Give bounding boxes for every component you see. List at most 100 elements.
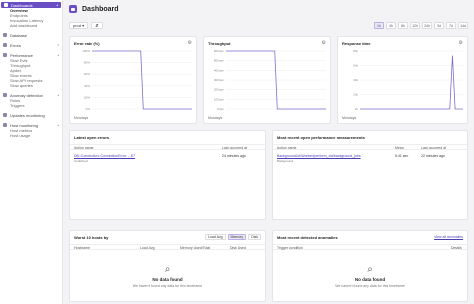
column-header: Action name — [74, 146, 94, 150]
anomalies-title: Most recent detected anomalies — [277, 235, 338, 240]
y-tick-label: 0rpm — [217, 107, 224, 111]
empty-title: No data found — [354, 277, 386, 282]
range-button-3d[interactable]: 3d — [434, 22, 444, 29]
error-namespace: Undefined — [74, 159, 88, 163]
empty-title: No data found — [152, 277, 183, 282]
throughput-card: Throughput ⚙ 600rpm 500rpm 400rpm 300rpm 200… — [203, 36, 331, 124]
column-header: Disk Used — [230, 246, 246, 250]
y-tick-label: 600rpm — [214, 49, 225, 53]
table-header: Trigger condition Details — [273, 244, 467, 250]
table-row[interactable]: DB::Connection::ConnectionError: ...E7 U… — [70, 153, 265, 163]
dashboard-controls: prod ▾ ⇵ — [69, 22, 103, 29]
range-button-8h[interactable]: 8h — [398, 22, 408, 29]
table-header: Action name Mean Last occurred at — [273, 144, 467, 150]
column-header: Trigger condition — [277, 246, 303, 250]
chevron-up-icon: ▴ — [57, 53, 59, 57]
y-tick-label: 40% — [84, 84, 90, 88]
range-button-12h[interactable]: 12h — [410, 22, 420, 29]
compare-button[interactable]: ⇵ — [91, 22, 103, 29]
y-tick-label: 20% — [84, 95, 90, 99]
y-tick-label: 500rpm — [214, 59, 225, 63]
empty-state: ⌕ No data found We haven't found any dat… — [70, 264, 265, 288]
server-icon — [3, 123, 7, 127]
table-row[interactable]: BackgroundJobWorker#perform_via/backgrou… — [273, 153, 467, 163]
performance-card: Most recent open performance measurement… — [272, 130, 468, 220]
column-header: Mean — [395, 146, 404, 150]
performance-mean: 5.41 sec — [395, 154, 409, 158]
column-header: Last occurred at — [421, 146, 447, 150]
performance-namespace: Background — [277, 159, 294, 163]
worst-hosts-card: Worst 10 hosts by Load Avg Memory Disk H… — [69, 230, 266, 302]
empty-state: ⌕ No data found We haven't found any dat… — [273, 264, 467, 288]
chevron-down-icon: ▾ — [82, 23, 85, 28]
chevron-up-icon: ▴ — [57, 93, 59, 97]
response-time-footer[interactable]: Mondays — [342, 116, 356, 120]
y-tick-label: 400rpm — [214, 68, 225, 72]
gauge-icon — [3, 53, 7, 57]
latest-errors-card: Latest open errors Action name Last occu… — [69, 130, 266, 220]
database-icon — [3, 33, 7, 37]
empty-text: We haven't found any data for this timef… — [132, 284, 203, 288]
sidebar-sub-host-usage[interactable]: Host usage — [0, 133, 62, 138]
y-tick-label: 200rpm — [214, 88, 225, 92]
error-link[interactable]: DB::Connection::ConnectionError: ...E7 — [74, 154, 135, 158]
environment-select[interactable]: prod ▾ — [69, 22, 89, 29]
bug-icon — [3, 43, 7, 47]
error-rate-chart: 100% 80% 60% 40% 20% 0% — [82, 49, 192, 111]
y-tick-label: 0s — [355, 107, 359, 111]
main-content: Dashboard prod ▾ ⇵ 1h 4h 8h 12h 24h 3d 7… — [64, 0, 474, 304]
top-bar: Dashboard — [64, 0, 474, 18]
magnifier-icon: ⌕ — [367, 264, 373, 275]
y-tick-label: 60s — [353, 64, 358, 68]
column-header: Action name — [277, 146, 297, 150]
error-time: 24 minutes ago — [222, 154, 246, 158]
column-header: Load Avg — [140, 246, 155, 250]
range-button-4h[interactable]: 4h — [386, 22, 396, 29]
throughput-footer[interactable]: Mondays — [208, 116, 222, 120]
table-header: Action name Last occurred at — [70, 144, 265, 150]
performance-time: 22 minutes ago — [421, 154, 445, 158]
alert-icon — [3, 93, 7, 97]
error-rate-card: Error rate (%) ⚙ 100% 80% 60% 40% 20% 0% Mond… — [69, 36, 197, 124]
range-button-7d[interactable]: 7d — [446, 22, 456, 29]
error-rate-footer[interactable]: Mondays — [74, 116, 88, 120]
magnifier-icon: ⌕ — [164, 264, 171, 275]
y-tick-label: 40s — [353, 78, 358, 82]
column-header: Memory Used/Total — [180, 246, 211, 250]
worst-hosts-title: Worst 10 hosts by — [74, 235, 109, 240]
refresh-icon — [3, 113, 7, 117]
y-tick-label: 80s — [353, 49, 358, 53]
tab-memory[interactable]: Memory — [227, 234, 247, 240]
y-tick-label: 60% — [84, 72, 90, 76]
column-header: Last occurred at — [222, 146, 248, 150]
tab-load-avg[interactable]: Load Avg — [205, 234, 226, 240]
y-tick-label: 80% — [84, 61, 90, 65]
range-button-14d[interactable]: 14d — [458, 22, 468, 29]
series-line — [360, 55, 463, 110]
range-button-1h[interactable]: 1h — [374, 22, 384, 29]
column-header: Details — [451, 246, 462, 250]
y-tick-label: 20s — [353, 93, 358, 97]
time-range-selector: 1h 4h 8h 12h 24h 3d 7d 14d — [374, 22, 468, 29]
y-tick-label: 0% — [86, 107, 91, 111]
chevron-up-icon: ▴ — [57, 123, 59, 127]
empty-text: We haven't found any data for this timef… — [335, 284, 405, 288]
latest-errors-title: Latest open errors — [74, 135, 110, 140]
page-title: Dashboard — [82, 5, 119, 13]
y-tick-label: 100% — [82, 49, 90, 53]
chevron-down-icon: ▾ — [57, 43, 59, 47]
y-tick-label: 300rpm — [214, 78, 225, 82]
y-tick-label: 100rpm — [214, 97, 225, 101]
view-all-anomalies-link[interactable]: View all anomalies — [434, 235, 463, 239]
host-metric-tabs: Load Avg Memory Disk — [205, 234, 261, 240]
performance-link[interactable]: BackgroundJobWorker#perform_via/backgrou… — [277, 154, 361, 158]
throughput-chart: 600rpm 500rpm 400rpm 300rpm 200rpm 100rpm 0rpm — [214, 49, 326, 111]
range-button-24h[interactable]: 24h — [422, 22, 432, 29]
tab-disk[interactable]: Disk — [248, 234, 261, 240]
series-line — [92, 50, 192, 110]
chevron-up-icon: ▴ — [56, 3, 58, 7]
dashboard-icon — [4, 3, 8, 7]
dashboard-logo-icon — [69, 5, 77, 13]
column-header: Hostname — [74, 246, 90, 250]
sidebar: Dashboards ▴ Overview Endpoints Invocatio… — [0, 0, 63, 304]
